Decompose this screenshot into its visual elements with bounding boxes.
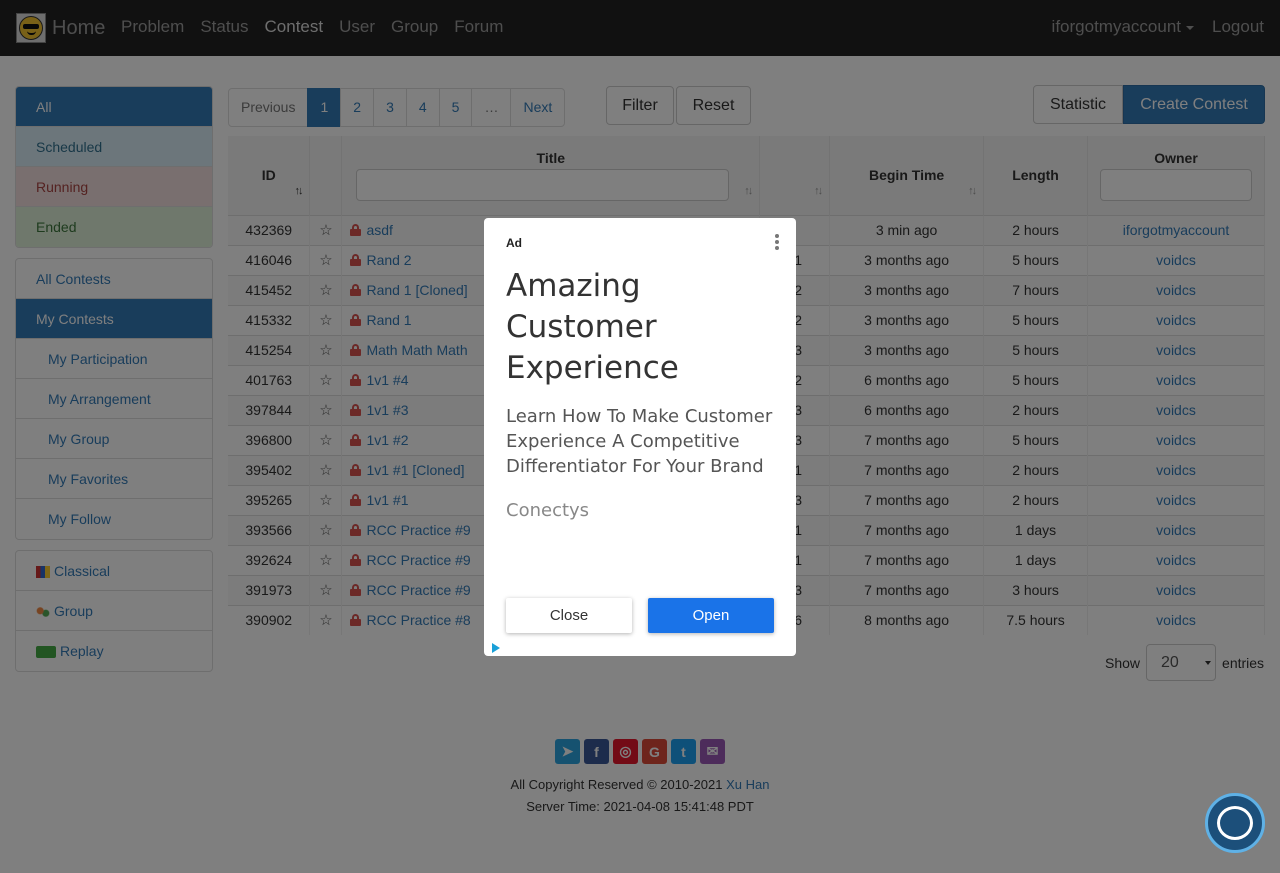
ad-close-button[interactable]: Close [506,598,632,633]
ad-label: Ad [506,236,522,250]
adchoices-icon[interactable] [492,643,500,653]
ad-body[interactable]: Learn How To Make Customer Experience A … [506,404,786,479]
ad-headline[interactable]: Amazing Customer Experience [506,266,776,389]
ad-dialog: Ad Amazing Customer Experience Learn How… [484,218,796,656]
more-vert-icon[interactable] [775,234,779,252]
chat-support-icon[interactable] [1205,793,1265,853]
ad-open-button[interactable]: Open [648,598,774,633]
ad-advertiser[interactable]: Conectys [506,500,589,521]
